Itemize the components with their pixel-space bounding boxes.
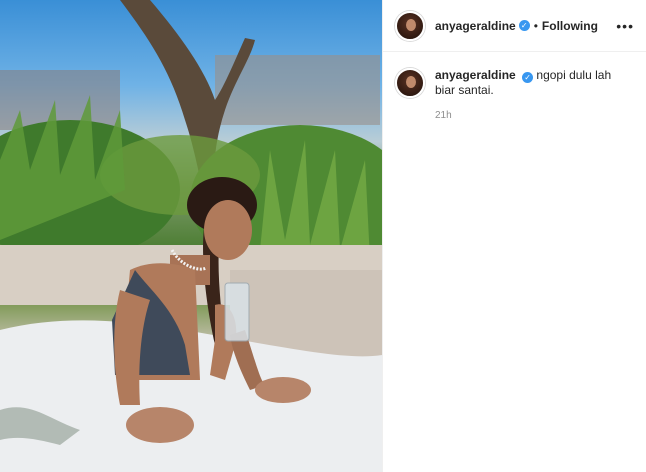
caption-username[interactable]: anyageraldine (435, 68, 516, 82)
caption-comment: anyageraldine ✓ ngopi dulu lah biar sant… (383, 52, 646, 123)
post-sidebar: anyageraldine ✓ • Following ••• anyagera… (382, 0, 646, 472)
post-image[interactable] (0, 0, 382, 472)
following-button[interactable]: Following (542, 19, 598, 33)
caption-verified-badge-icon: ✓ (522, 72, 534, 83)
caption-timestamp[interactable]: 21h (435, 108, 625, 123)
author-username[interactable]: anyageraldine (435, 19, 516, 33)
verified-badge-icon: ✓ (518, 20, 530, 31)
more-horizontal-icon[interactable]: ••• (616, 18, 634, 34)
post-image-illustration (0, 0, 382, 472)
author-avatar[interactable] (395, 10, 425, 41)
post-header: anyageraldine ✓ • Following ••• (383, 0, 646, 52)
caption-body: anyageraldine ✓ ngopi dulu lah biar sant… (435, 68, 625, 123)
caption-avatar[interactable] (395, 68, 425, 98)
header-separator: • (533, 18, 538, 33)
